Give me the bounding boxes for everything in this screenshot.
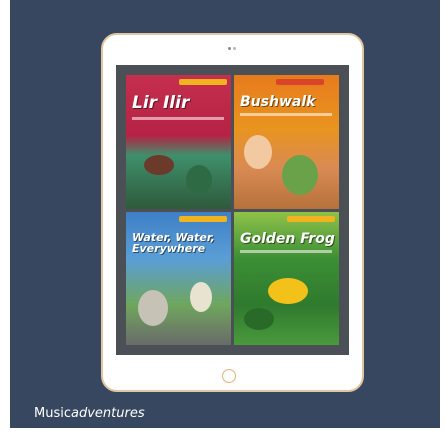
book-cover-bushwalk[interactable]: Bushwalk	[234, 75, 339, 209]
cover-subtitle-line	[240, 249, 333, 253]
cover-illustration	[144, 155, 174, 175]
cover-banner	[286, 215, 335, 222]
cover-illustration	[244, 307, 274, 330]
book-title: Bushwalk	[240, 94, 316, 110]
cover-banner	[276, 79, 325, 85]
book-title: Water, Water, Everywhere	[132, 230, 215, 256]
book-grid: Lir Ilir Bushwalk Water, Water, Everywhe…	[126, 75, 339, 345]
frog-illustration	[268, 277, 308, 304]
cover-illustration	[190, 281, 212, 312]
brand-prefix: Music	[34, 406, 71, 421]
book-cover-golden-frog[interactable]: Golden Frog	[234, 211, 339, 345]
cover-illustration	[138, 289, 168, 326]
brand-suffix: adventures	[71, 406, 145, 421]
tablet-screen: Lir Ilir Bushwalk Water, Water, Everywhe…	[116, 65, 349, 355]
book-cover-water[interactable]: Water, Water, Everywhere	[126, 211, 231, 345]
cover-banner	[178, 79, 227, 85]
cover-subtitle-line	[240, 113, 333, 116]
cover-illustration	[186, 165, 212, 195]
cover-illustration	[282, 155, 318, 195]
tablet-device: Lir Ilir Bushwalk Water, Water, Everywhe…	[101, 33, 364, 392]
promo-card: Lir Ilir Bushwalk Water, Water, Everywhe…	[10, 0, 440, 428]
book-cover-lir-ilir[interactable]: Lir Ilir	[126, 75, 231, 209]
book-title: Lir Ilir	[132, 93, 190, 113]
camera-icon	[228, 47, 238, 51]
cover-subtitle-line	[132, 117, 225, 120]
brand-label: Musicadventures	[34, 406, 145, 421]
cover-illustration	[244, 135, 272, 169]
book-title: Golden Frog	[240, 230, 335, 247]
cover-banner	[178, 215, 227, 222]
home-button[interactable]	[222, 369, 236, 383]
